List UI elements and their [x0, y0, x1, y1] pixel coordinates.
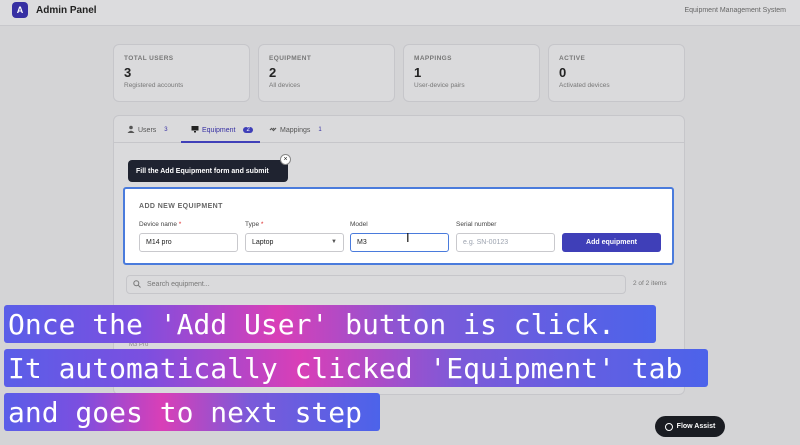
add-equipment-button[interactable]: Add equipment — [562, 233, 661, 252]
device-name-label: Device name * — [139, 221, 182, 228]
tab-users[interactable]: Users 3 — [127, 123, 168, 137]
flow-assist-label: Flow Assist — [676, 423, 716, 430]
monitor-icon — [191, 125, 199, 135]
clock-icon — [664, 422, 673, 431]
user-icon — [127, 125, 135, 135]
model-label: Model — [350, 221, 368, 228]
stat-card-equipment: EQUIPMENT 2 All devices — [258, 44, 395, 102]
tooltip-close-button[interactable]: × — [280, 154, 291, 165]
tab-mappings[interactable]: Mappings 1 — [269, 123, 322, 137]
stat-subtext: Activated devices — [559, 82, 610, 89]
flow-assist-button[interactable]: Flow Assist — [655, 416, 725, 437]
guide-tooltip: Fill the Add Equipment form and submit — [128, 160, 288, 182]
stat-subtext: All devices — [269, 82, 301, 89]
serial-number-label: Serial number — [456, 221, 497, 228]
active-tab-indicator — [181, 141, 260, 143]
type-select-value: Laptop — [252, 239, 274, 246]
stat-label: ACTIVE — [559, 55, 586, 62]
stat-card-mappings: MAPPINGS 1 User-device pairs — [403, 44, 540, 102]
stat-label: TOTAL USERS — [124, 55, 174, 62]
chevron-down-icon: ▼ — [331, 239, 337, 245]
text-cursor-icon: I — [406, 230, 410, 245]
type-label: Type * — [245, 221, 264, 228]
stat-card-total-users: TOTAL USERS 3 Registered accounts — [113, 44, 250, 102]
stat-card-active: ACTIVE 0 Activated devices — [548, 44, 685, 102]
tab-label: Mappings — [280, 126, 311, 134]
item-count: 2 of 2 items — [633, 280, 667, 287]
search-icon — [133, 279, 141, 290]
stat-label: MAPPINGS — [414, 55, 452, 62]
stat-subtext: User-device pairs — [414, 82, 465, 89]
tab-bar: Users 3 Equipment 2 Mappings 1 — [114, 116, 684, 143]
tab-label: Equipment — [202, 126, 236, 134]
caption-line-1: Once the 'Add User' button is click. — [4, 305, 656, 343]
tab-count-badge: 3 — [164, 127, 168, 133]
device-name-input[interactable]: M14 pro — [139, 233, 238, 252]
app-title: Admin Panel — [36, 5, 97, 16]
stat-value: 0 — [559, 65, 567, 80]
search-input[interactable]: Search equipment... — [126, 275, 626, 294]
tab-equipment[interactable]: Equipment 2 — [191, 123, 253, 137]
app-logo: A — [12, 2, 28, 18]
model-input[interactable]: M3 — [350, 233, 449, 252]
stat-subtext: Registered accounts — [124, 82, 184, 89]
stat-value: 1 — [414, 65, 422, 80]
tab-count-badge: 1 — [318, 127, 322, 133]
top-bar: A Admin Panel Equipment Management Syste… — [0, 0, 800, 26]
caption-line-3: and goes to next step — [4, 393, 380, 431]
type-select[interactable]: Laptop ▼ — [245, 233, 344, 252]
stat-value: 3 — [124, 65, 132, 80]
stat-label: EQUIPMENT — [269, 55, 312, 62]
serial-number-input[interactable]: e.g. SN-00123 — [456, 233, 555, 252]
stat-value: 2 — [269, 65, 277, 80]
caption-line-2: It automatically clicked 'Equipment' tab — [4, 349, 708, 387]
tab-label: Users — [138, 126, 157, 134]
add-equipment-form: ADD NEW EQUIPMENT Device name * M14 pro … — [123, 187, 674, 265]
form-title: ADD NEW EQUIPMENT — [139, 203, 223, 210]
tab-count-badge: 2 — [243, 127, 253, 133]
app-subtitle: Equipment Management System — [684, 7, 786, 14]
link-icon — [269, 125, 277, 135]
search-placeholder: Search equipment... — [147, 281, 210, 288]
